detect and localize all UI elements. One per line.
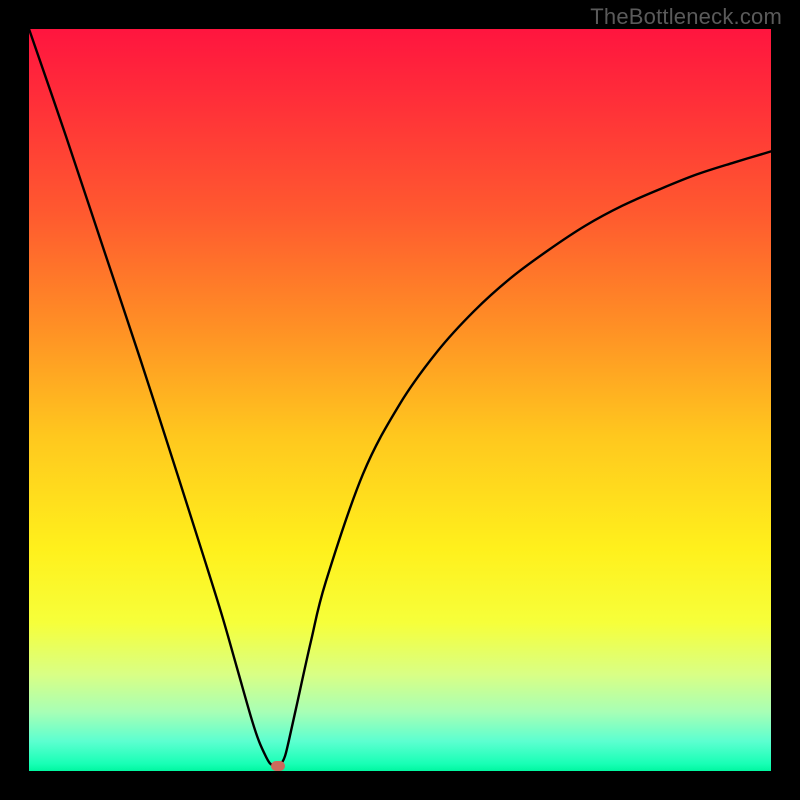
optimal-point-marker [271, 761, 285, 771]
watermark-text: TheBottleneck.com [590, 4, 782, 30]
plot-area [29, 29, 771, 771]
chart-frame: TheBottleneck.com [0, 0, 800, 800]
bottleneck-curve [29, 29, 771, 771]
